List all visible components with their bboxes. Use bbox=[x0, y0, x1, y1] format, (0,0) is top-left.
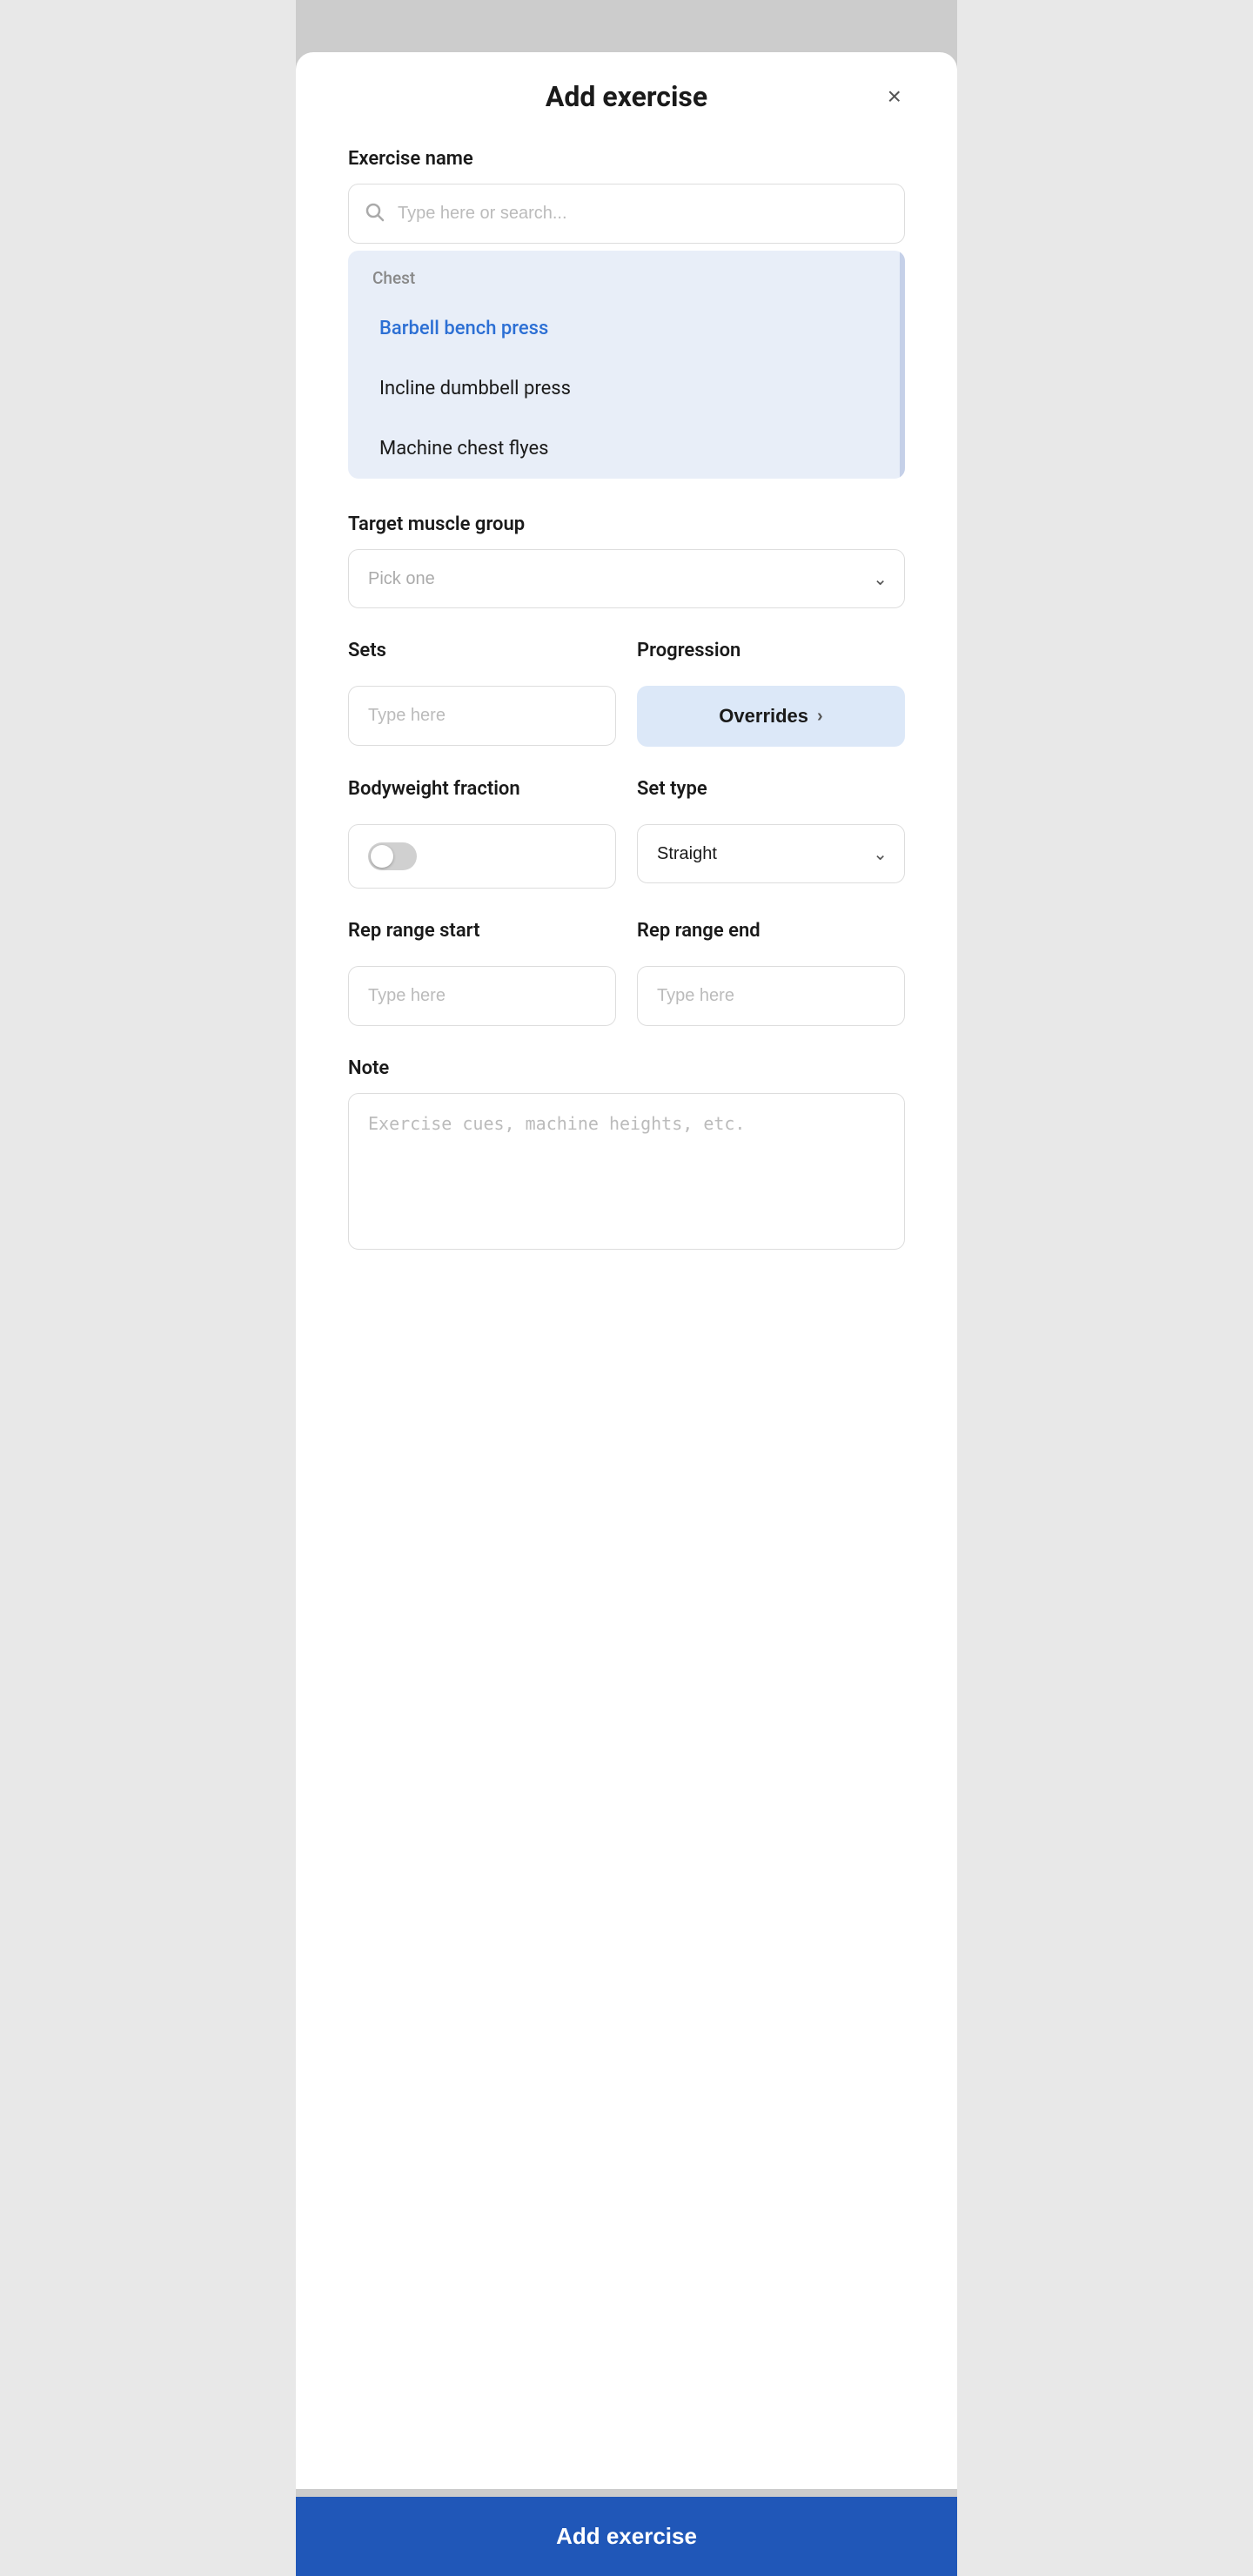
target-muscle-wrapper: Pick one Chest Back Shoulders Arms Legs … bbox=[348, 549, 905, 608]
exercise-dropdown-list: Chest Barbell bench press Incline dumbbe… bbox=[348, 251, 905, 479]
bodyweight-settype-row: Bodyweight fraction Set type Straight Dr… bbox=[348, 778, 905, 889]
note-textarea[interactable] bbox=[348, 1093, 905, 1250]
search-wrapper bbox=[348, 184, 905, 244]
rep-range-end-input[interactable] bbox=[637, 966, 905, 1026]
modal-title: Add exercise bbox=[546, 80, 707, 113]
close-button[interactable]: × bbox=[884, 81, 905, 112]
rep-range-start-label: Rep range start bbox=[348, 920, 616, 942]
bodyweight-group: Bodyweight fraction bbox=[348, 778, 616, 889]
rep-range-row: Rep range start Rep range end bbox=[348, 920, 905, 1026]
rep-range-start-input[interactable] bbox=[348, 966, 616, 1026]
rep-range-start-group: Rep range start bbox=[348, 920, 616, 1026]
modal-header: Add exercise × bbox=[348, 80, 905, 113]
add-exercise-button[interactable]: Add exercise bbox=[296, 2497, 957, 2576]
sets-group: Sets bbox=[348, 640, 616, 747]
modal: Add exercise × Exercise name Chest Barbe… bbox=[296, 52, 957, 2489]
exercise-name-section: Exercise name Chest Barbell bench press … bbox=[348, 148, 905, 479]
exercise-name-label: Exercise name bbox=[348, 148, 905, 170]
set-type-label: Set type bbox=[637, 778, 905, 800]
chevron-right-icon: › bbox=[817, 707, 823, 727]
bodyweight-toggle[interactable] bbox=[368, 842, 417, 870]
overrides-button-label: Overrides bbox=[719, 705, 808, 728]
page-wrapper: Add exercise × Exercise name Chest Barbe… bbox=[296, 0, 957, 2576]
note-label: Note bbox=[348, 1057, 905, 1079]
target-muscle-select[interactable]: Pick one Chest Back Shoulders Arms Legs … bbox=[348, 549, 905, 608]
set-type-select[interactable]: Straight Drop set Super set Giant set bbox=[637, 824, 905, 883]
rep-range-end-label: Rep range end bbox=[637, 920, 905, 942]
dropdown-item-machine-chest[interactable]: Machine chest flyes bbox=[355, 419, 898, 479]
set-type-group: Set type Straight Drop set Super set Gia… bbox=[637, 778, 905, 889]
exercise-search-input[interactable] bbox=[348, 184, 905, 244]
bodyweight-label: Bodyweight fraction bbox=[348, 778, 616, 800]
sets-input[interactable] bbox=[348, 686, 616, 746]
progression-group: Progression Overrides › bbox=[637, 640, 905, 747]
sets-progression-row: Sets Progression Overrides › bbox=[348, 640, 905, 747]
dropdown-item-incline-dumbbell[interactable]: Incline dumbbell press bbox=[355, 359, 898, 419]
note-section: Note bbox=[348, 1057, 905, 1253]
toggle-thumb bbox=[371, 845, 393, 868]
overrides-button[interactable]: Overrides › bbox=[637, 686, 905, 747]
rep-range-end-group: Rep range end bbox=[637, 920, 905, 1026]
target-muscle-section: Target muscle group Pick one Chest Back … bbox=[348, 513, 905, 608]
sets-label: Sets bbox=[348, 640, 616, 661]
bodyweight-toggle-wrapper bbox=[348, 824, 616, 889]
set-type-wrapper: Straight Drop set Super set Giant set ⌄ bbox=[637, 824, 905, 883]
progression-label: Progression bbox=[637, 640, 905, 661]
dropdown-item-barbell-bench-press[interactable]: Barbell bench press bbox=[355, 299, 898, 359]
target-muscle-label: Target muscle group bbox=[348, 513, 905, 535]
search-icon bbox=[364, 201, 385, 227]
dropdown-category: Chest bbox=[348, 251, 905, 299]
